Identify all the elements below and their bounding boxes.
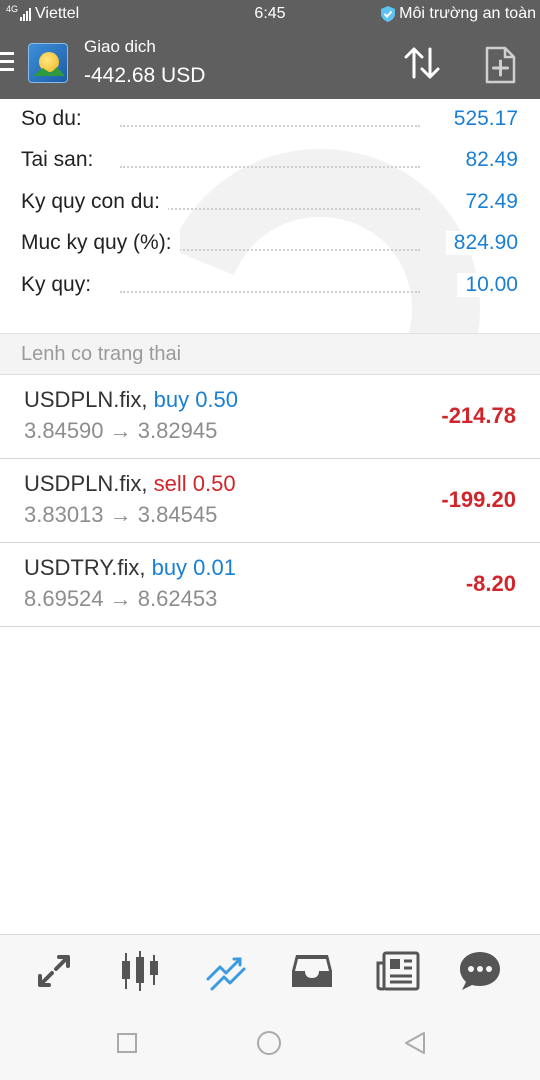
margin-value: 10.00	[457, 273, 518, 297]
trade-trend-icon[interactable]	[204, 949, 248, 993]
section-title: Lenh co trang thai	[21, 343, 182, 365]
equity-value: 82.49	[457, 148, 518, 172]
balance-label: So du:	[21, 107, 90, 131]
open-price: 3.83013	[24, 502, 104, 527]
quotes-arrows-icon[interactable]	[32, 949, 76, 993]
home-icon[interactable]	[256, 1030, 282, 1056]
margin-level-row: Muc ky quy (%): 824.90	[0, 223, 540, 263]
current-price: 8.62453	[137, 586, 218, 611]
position-action: sell 0.50	[153, 471, 236, 496]
balance-row: So du: 525.17	[0, 99, 540, 139]
new-order-icon[interactable]	[484, 46, 516, 84]
back-icon[interactable]	[402, 1030, 428, 1056]
shield-icon	[381, 6, 396, 22]
current-price: 3.84545	[137, 502, 218, 527]
arrow-right-icon: →	[109, 586, 132, 611]
positions-section-header: Lenh co trang thai	[0, 333, 540, 375]
news-icon[interactable]	[376, 949, 420, 993]
position-symbol: USDPLN.fix,	[24, 387, 148, 412]
security-status: Môi trường an toàn	[380, 5, 536, 23]
bottom-nav	[0, 934, 540, 1006]
candlestick-chart-icon[interactable]	[118, 949, 162, 993]
system-nav-bar	[0, 1006, 540, 1080]
position-action: buy 0.50	[153, 387, 239, 412]
sort-icon[interactable]	[402, 45, 442, 81]
arrow-right-icon: →	[109, 502, 132, 527]
margin-label: Ky quy:	[21, 273, 100, 297]
position-profit: -199.20	[441, 487, 516, 512]
status-bar: 4G Viettel 6:45 Môi trường an toàn	[0, 0, 540, 28]
margin-level-label: Muc ky quy (%):	[21, 231, 180, 255]
page-title: Giao dich	[84, 37, 156, 56]
position-row[interactable]: USDPLN.fix, buy 0.50 3.84590 → 3.82945 -…	[0, 375, 540, 459]
floating-profit: -442.68 USD	[84, 64, 206, 87]
security-label: Môi trường an toàn	[399, 5, 536, 22]
margin-row: Ky quy: 10.00	[0, 265, 540, 305]
open-price: 8.69524	[24, 586, 104, 611]
position-action: buy 0.01	[151, 555, 236, 580]
position-profit: -8.20	[465, 571, 516, 596]
menu-icon[interactable]	[0, 52, 14, 74]
equity-row: Tai san: 82.49	[0, 140, 540, 180]
app-bar: Giao dich -442.68 USD	[0, 28, 540, 99]
position-symbol: USDPLN.fix,	[24, 471, 148, 496]
free-margin-label: Ky quy con du:	[21, 190, 168, 214]
open-price: 3.84590	[24, 418, 104, 443]
current-price: 3.82945	[137, 418, 218, 443]
position-row[interactable]: USDPLN.fix, sell 0.50 3.83013 → 3.84545 …	[0, 459, 540, 543]
free-margin-value: 72.49	[457, 190, 518, 214]
account-summary: So du: 525.17 Tai san: 82.49 Ky quy con …	[0, 99, 540, 469]
margin-level-value: 824.90	[445, 231, 518, 255]
position-symbol: USDTRY.fix,	[24, 555, 146, 580]
inbox-icon[interactable]	[290, 949, 334, 993]
chat-icon[interactable]	[458, 949, 502, 993]
position-profit: -214.78	[441, 403, 516, 428]
equity-label: Tai san:	[21, 148, 102, 172]
recent-apps-icon[interactable]	[114, 1030, 140, 1056]
app-logo	[28, 43, 68, 83]
free-margin-row: Ky quy con du: 72.49	[0, 182, 540, 222]
position-row[interactable]: USDTRY.fix, buy 0.01 8.69524 → 8.62453 -…	[0, 543, 540, 627]
arrow-right-icon: →	[109, 418, 132, 443]
balance-value: 525.17	[445, 107, 518, 131]
